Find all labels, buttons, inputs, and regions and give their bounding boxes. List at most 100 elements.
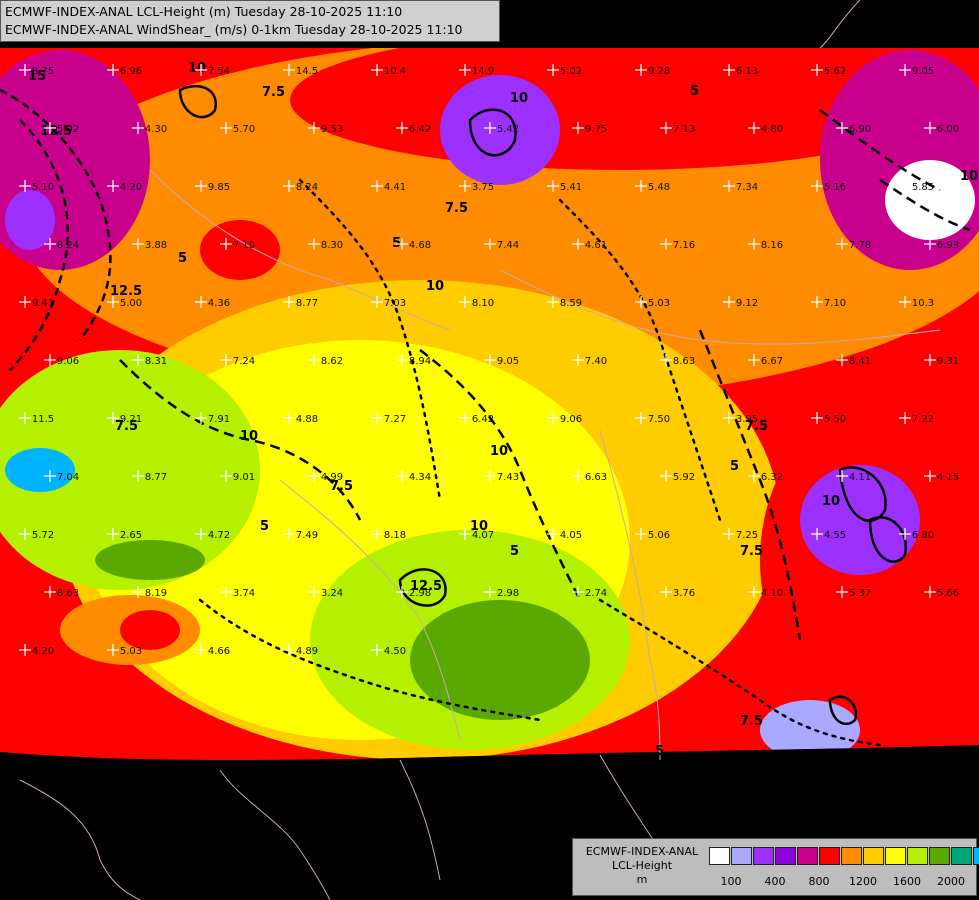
legend-swatch xyxy=(973,847,979,865)
station-value: 6.42 xyxy=(409,124,431,135)
map-title-box: ECMWF-INDEX-ANAL LCL-Height (m) Tuesday … xyxy=(0,0,500,42)
legend-swatch xyxy=(819,847,840,865)
station-value: 5.92 xyxy=(673,472,695,483)
legend-swatch xyxy=(775,847,796,865)
station-value: 4.07 xyxy=(472,530,494,541)
station-value: 5.02 xyxy=(57,124,79,135)
station-value: 8.30 xyxy=(321,240,343,251)
station-value: 3.88 xyxy=(145,240,167,251)
legend-swatch xyxy=(841,847,862,865)
station-value: 7.04 xyxy=(57,472,79,483)
station-value: 6.42 xyxy=(472,414,494,425)
field-purple-nw xyxy=(5,190,55,250)
contour-label: 5 xyxy=(510,544,519,559)
station-value: 6.00 xyxy=(937,124,959,135)
contour-label: 5 xyxy=(655,744,664,759)
station-value: 9.01 xyxy=(233,472,255,483)
station-value: 9.31 xyxy=(937,356,959,367)
station-value: 5.50 xyxy=(824,414,846,425)
legend-model: ECMWF-INDEX-ANAL xyxy=(585,845,699,858)
station-value: 4.20 xyxy=(32,646,54,657)
station-value: 7.22 xyxy=(912,414,934,425)
station-value: 9.05 xyxy=(497,356,519,367)
station-value: 9.06 xyxy=(560,414,582,425)
contour-label: 10 xyxy=(188,61,206,76)
station-value: 5.02 xyxy=(560,66,582,77)
station-value: 9.75 xyxy=(585,124,607,135)
station-value: 6.80 xyxy=(912,530,934,541)
contour-label: 5 xyxy=(260,519,269,534)
legend-swatch xyxy=(753,847,774,865)
legend-swatch xyxy=(907,847,928,865)
station-value: 8.24 xyxy=(57,240,79,251)
contour-label: 10 xyxy=(240,429,258,444)
station-value: 4.80 xyxy=(761,124,783,135)
station-value: 2.98 xyxy=(409,588,431,599)
contour-label: 5 xyxy=(178,251,187,266)
station-value: 7.03 xyxy=(384,298,406,309)
legend-swatch xyxy=(731,847,752,865)
station-value: 5.66 xyxy=(937,588,959,599)
station-value: 2.65 xyxy=(120,530,142,541)
station-value: 4.34 xyxy=(409,472,431,483)
contour-label: 10 xyxy=(822,494,840,509)
title-lcl-height: ECMWF-INDEX-ANAL LCL-Height (m) Tuesday … xyxy=(5,4,403,19)
station-value: 4.89 xyxy=(296,646,318,657)
legend-tick-label: 400 xyxy=(764,875,786,888)
station-value: 5.03 xyxy=(120,646,142,657)
station-value: 4.66 xyxy=(208,646,230,657)
legend-unit: m xyxy=(636,873,648,886)
station-value: 7.49 xyxy=(296,530,318,541)
station-value: 7.91 xyxy=(208,414,230,425)
station-value: 8.10 xyxy=(472,298,494,309)
legend-tick-label: 1200 xyxy=(849,875,877,888)
station-value: 8.24 xyxy=(296,182,318,193)
station-value: 5.10 xyxy=(32,182,54,193)
station-value: 6.63 xyxy=(585,472,607,483)
station-value: 9.12 xyxy=(736,298,758,309)
station-value: 4.41 xyxy=(384,182,406,193)
station-value: 8.62 xyxy=(321,356,343,367)
station-value: 2.98 xyxy=(497,588,519,599)
station-value: 6.32 xyxy=(761,472,783,483)
station-value: 4.36 xyxy=(208,298,230,309)
station-value: 7.24 xyxy=(233,356,255,367)
field-cyan-west xyxy=(5,448,75,492)
color-legend: ECMWF-INDEX-ANAL LCL-Height m 100 400 800 1… xyxy=(572,838,979,896)
station-value: 3.75 xyxy=(472,182,494,193)
contour-label: 7.5 xyxy=(740,544,763,559)
legend-swatch xyxy=(797,847,818,865)
station-value: 8.59 xyxy=(560,298,582,309)
station-value: 7.16 xyxy=(673,240,695,251)
station-value: 4.10 xyxy=(761,588,783,599)
station-value: 4.72 xyxy=(208,530,230,541)
station-value: 9.28 xyxy=(648,66,670,77)
station-value: 5.16 xyxy=(824,182,846,193)
station-value: 4.99 xyxy=(321,472,343,483)
station-value: 5.48 xyxy=(648,182,670,193)
station-value: 7.10 xyxy=(824,298,846,309)
station-value: 4.88 xyxy=(296,414,318,425)
station-value: 4.61 xyxy=(585,240,607,251)
station-value: 7.40 xyxy=(585,356,607,367)
station-value: 7.10 xyxy=(233,240,255,251)
station-value: 9.21 xyxy=(120,414,142,425)
station-value: 6.96 xyxy=(120,66,142,77)
station-value: 14.9 xyxy=(472,66,494,77)
contour-label: 5 xyxy=(730,459,739,474)
field-red-sw xyxy=(120,610,180,650)
station-value: 8.19 xyxy=(145,588,167,599)
station-value: 7.34 xyxy=(736,182,758,193)
station-value: 4.50 xyxy=(384,646,406,657)
station-value: 4.05 xyxy=(560,530,582,541)
station-value: 6.13 xyxy=(736,66,758,77)
station-value: 4.15 xyxy=(937,472,959,483)
contour-label: 7.5 xyxy=(740,714,763,729)
contour-label: 10 xyxy=(960,169,978,184)
contour-label: 10 xyxy=(510,91,528,106)
station-value: 8.41 xyxy=(849,356,871,367)
station-value: 5.85 xyxy=(912,182,934,193)
station-value: 5.42 xyxy=(497,124,519,135)
legend-tick-label: 2000 xyxy=(937,875,965,888)
legend-swatches xyxy=(709,847,979,865)
